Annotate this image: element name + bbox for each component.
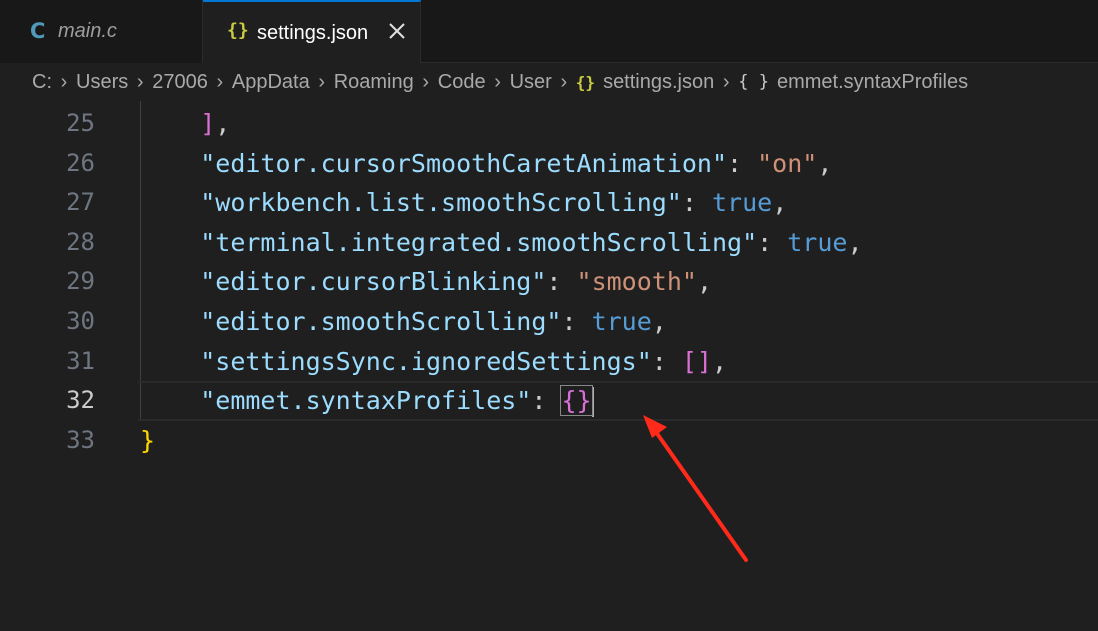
line-number: 30 [66, 307, 95, 335]
tab-label: main.c [58, 20, 117, 42]
code-token: true [787, 227, 848, 257]
line-number: 27 [66, 188, 95, 217]
object-symbol-icon: { } [738, 72, 769, 92]
line-number: 25 [66, 109, 95, 137]
chevron-right-icon: › [722, 70, 730, 93]
code-token: , [696, 267, 712, 297]
chevron-right-icon: › [494, 70, 501, 93]
code-token: "emmet.syntaxProfiles" [200, 386, 532, 416]
code-token: : [546, 267, 577, 297]
code-token: , [817, 148, 833, 178]
c-file-icon: C [30, 19, 46, 43]
code-token: "settingsSync.ignoredSettings" [200, 346, 652, 376]
code-line[interactable]: "workbench.list.smoothScrolling": true, [140, 183, 787, 223]
json-file-icon: {} [227, 20, 249, 41]
breadcrumb-item-roaming[interactable]: Roaming [334, 71, 414, 94]
code-token: : [681, 188, 712, 218]
chevron-right-icon: › [422, 70, 430, 93]
line-number: 31 [66, 346, 95, 375]
code-token: {} [560, 385, 593, 417]
code-line[interactable]: "terminal.integrated.smoothScrolling": t… [140, 223, 863, 263]
code-token: , [651, 307, 667, 336]
code-token: true [711, 188, 773, 218]
breadcrumb-item-code[interactable]: Code [438, 71, 486, 94]
code-token: "on" [757, 148, 818, 178]
code-token: "editor.cursorSmoothCaretAnimation" [200, 148, 728, 178]
breadcrumb-item-symbol[interactable]: emmet.syntaxProfiles [777, 71, 968, 94]
code-line[interactable]: "editor.cursorBlinking": "smooth", [140, 262, 712, 302]
code-line[interactable]: "editor.smoothScrolling": true, [140, 302, 667, 342]
tab-label: settings.json [257, 22, 369, 44]
code-line[interactable]: "editor.cursorSmoothCaretAnimation": "on… [140, 144, 832, 184]
tab-settings-json[interactable]: {} settings.json [203, 0, 421, 64]
code-token: "editor.cursorBlinking" [200, 267, 547, 297]
breadcrumb-item-file[interactable]: settings.json [603, 71, 714, 94]
json-file-icon: {} [575, 72, 596, 92]
breadcrumb-item-drive[interactable]: C: [32, 71, 52, 94]
tab-main-c[interactable]: C main.c [0, 0, 203, 63]
code-token: : [727, 148, 758, 178]
chevron-right-icon: › [136, 70, 144, 93]
code-token: ] [200, 109, 216, 138]
code-line[interactable]: } [140, 421, 155, 461]
code-token: } [140, 425, 156, 455]
line-number: 28 [66, 227, 95, 256]
line-number: 32 [66, 386, 95, 415]
code-token: : [651, 346, 682, 376]
chevron-right-icon: › [216, 70, 224, 93]
code-token: , [215, 109, 231, 138]
code-token: : [531, 386, 562, 416]
code-token: , [772, 188, 788, 218]
code-token: : [561, 307, 592, 336]
code-token: "terminal.integrated.smoothScrolling" [200, 227, 758, 257]
code-token: "workbench.list.smoothScrolling" [200, 188, 682, 218]
tab-bar: C main.c {} settings.json [0, 0, 1098, 64]
text-cursor [591, 387, 594, 418]
code-token: [] [681, 346, 712, 376]
code-token: "smooth" [576, 267, 697, 297]
breadcrumb: C: › Users › 27006 › AppData › Roaming ›… [0, 63, 1098, 101]
code-line[interactable]: ], [140, 104, 230, 144]
breadcrumb-item-user-folder[interactable]: 27006 [152, 71, 208, 94]
chevron-right-icon: › [60, 70, 68, 93]
code-token: , [711, 346, 728, 376]
chevron-right-icon: › [560, 70, 568, 93]
breadcrumb-item-users[interactable]: Users [76, 71, 128, 94]
code-token: true [591, 307, 652, 336]
code-editor[interactable]: 25 ], 26 "editor.cursorSmoothCaretAnimati… [0, 101, 1098, 631]
code-line[interactable]: "settingsSync.ignoredSettings": [], [140, 342, 727, 382]
breadcrumb-item-user[interactable]: User [510, 71, 552, 94]
line-number: 29 [66, 267, 95, 296]
line-number: 26 [66, 148, 95, 177]
code-token: : [757, 227, 788, 257]
breadcrumb-item-appdata[interactable]: AppData [232, 71, 310, 94]
code-token: , [847, 227, 863, 257]
close-icon[interactable] [387, 21, 407, 41]
line-number: 33 [66, 425, 95, 454]
chevron-right-icon: › [318, 70, 326, 93]
code-line[interactable]: "emmet.syntaxProfiles": {} [140, 381, 594, 421]
code-token: "editor.smoothScrolling" [200, 307, 562, 336]
